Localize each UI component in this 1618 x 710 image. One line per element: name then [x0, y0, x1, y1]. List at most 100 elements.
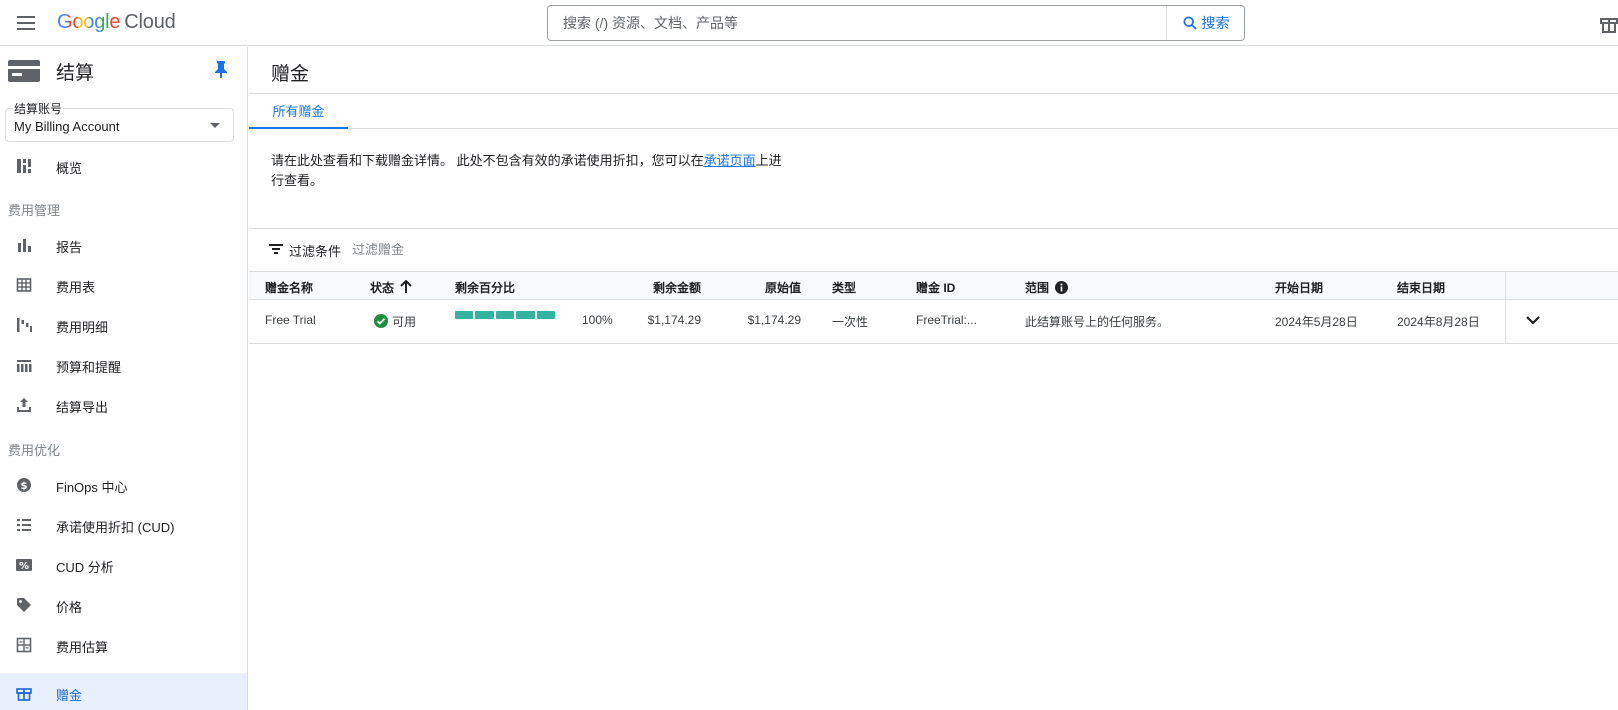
waterfall-icon [17, 318, 32, 332]
sidebar-item-cost-table[interactable]: 费用表 [0, 265, 247, 305]
sidebar-item-label: 赠金 [56, 688, 83, 703]
info-icon[interactable] [1055, 281, 1069, 294]
search-input[interactable] [548, 6, 1154, 40]
table-row: Free Trial 可用 100% $1,174.29 $1,174.29 一… [249, 300, 1618, 344]
sidebar-item-pricing[interactable]: 价格 [0, 585, 247, 625]
sidebar-item-label: CUD 分析 [56, 560, 114, 575]
column-header-label: 状态 [370, 281, 395, 295]
percent-icon: % [16, 559, 32, 572]
column-header-label: 范围 [1025, 281, 1050, 295]
sidebar-item-label: 承诺使用折扣 (CUD) [56, 520, 175, 535]
column-header-status[interactable]: 状态 [370, 279, 412, 296]
sidebar-item-label: 费用表 [56, 280, 96, 295]
sidebar-title: 结算 [56, 63, 95, 84]
top-bar: Google Cloud 搜索 [0, 0, 1618, 46]
tab-bar: 所有赠金 [249, 93, 1618, 129]
sidebar-item-label: 报告 [56, 240, 83, 255]
column-header-remaining[interactable]: 剩余金额 [619, 279, 701, 296]
check-circle-icon [374, 314, 388, 328]
commitments-page-link[interactable]: 承诺页面 [704, 153, 756, 168]
budget-icon [17, 360, 32, 372]
sidebar-item-label: 预算和提醒 [56, 360, 122, 375]
sidebar-item-finops-hub[interactable]: $ FinOps 中心 [0, 465, 247, 505]
end-date: 2024年8月28日 [1397, 315, 1480, 329]
column-header-type[interactable]: 类型 [832, 279, 856, 296]
logo-cloud: Cloud [124, 11, 176, 33]
sidebar-item-overview[interactable]: 概览 [0, 146, 247, 186]
sidebar-item-label: 结算导出 [56, 400, 109, 415]
sidebar-item-reports[interactable]: 报告 [0, 225, 247, 265]
description-text: 请在此处查看和下载赠金详情。 此处不包含有效的承诺使用折扣，您可以在 [271, 153, 704, 168]
gift-icon[interactable] [1600, 13, 1618, 33]
column-header-scope[interactable]: 范围 [1025, 279, 1069, 296]
sidebar-item-label: 费用明细 [56, 320, 109, 335]
sidebar-item-billing-export[interactable]: 结算导出 [0, 385, 247, 425]
sidebar-item-label: 价格 [56, 600, 83, 615]
bar-chart-icon [18, 239, 31, 252]
remaining-amount: $1,174.29 [647, 313, 701, 327]
sidebar-item-cud-analysis[interactable]: % CUD 分析 [0, 545, 247, 585]
table-header: 赠金名称 状态 剩余百分比 剩余金额 原始值 类型 赠金 ID 范围 开始日期 … [249, 271, 1618, 300]
percent-remaining-bar [455, 310, 556, 320]
hamburger-icon[interactable] [14, 12, 38, 34]
billing-account-value: My Billing Account [14, 119, 120, 134]
dollar-icon: $ [17, 478, 31, 492]
column-header-id[interactable]: 赠金 ID [916, 279, 955, 296]
sidebar: 结算 My Billing Account 结算账号 概览 费用管理 报告 费用… [0, 47, 248, 710]
pin-icon[interactable] [214, 60, 228, 78]
percent-remaining-text: 100% [582, 313, 613, 327]
upload-icon [17, 398, 31, 412]
start-date: 2024年5月28日 [1275, 315, 1358, 329]
sidebar-item-cost-estimate[interactable]: 费用估算 [0, 625, 247, 665]
column-header-name[interactable]: 赠金名称 [265, 279, 313, 296]
page-description: 请在此处查看和下载赠金详情。 此处不包含有效的承诺使用折扣，您可以在承诺页面上进… [271, 151, 791, 191]
filter-bar: 过滤条件 [249, 229, 1618, 271]
sidebar-item-label: FinOps 中心 [56, 480, 128, 495]
status-cell: 可用 [374, 313, 416, 330]
credit-name: Free Trial [265, 313, 316, 327]
table-icon [16, 278, 32, 292]
google-cloud-logo[interactable]: Google Cloud [57, 11, 176, 34]
tab-all-credits[interactable]: 所有赠金 [249, 94, 348, 129]
column-divider [1505, 271, 1506, 344]
sidebar-item-cost-breakdown[interactable]: 费用明细 [0, 305, 247, 345]
filter-label: 过滤条件 [289, 244, 342, 259]
search-icon [1182, 16, 1197, 30]
list-icon [17, 519, 31, 531]
main-content: 赠金 所有赠金 请在此处查看和下载赠金详情。 此处不包含有效的承诺使用折扣，您可… [249, 47, 1618, 710]
logo-google: Google [57, 11, 121, 33]
calculator-icon [16, 637, 32, 653]
search-box: 搜索 [547, 5, 1245, 41]
column-header-original[interactable]: 原始值 [719, 279, 801, 296]
billing-card-icon [8, 60, 40, 82]
column-header-start-date[interactable]: 开始日期 [1275, 279, 1323, 296]
sort-ascending-icon [400, 280, 412, 293]
section-cost-management: 费用管理 [8, 203, 61, 218]
billing-account-label: 结算账号 [13, 100, 64, 117]
credit-scope: 此结算账号上的任何服务。 [1025, 315, 1170, 329]
search-button[interactable]: 搜索 [1166, 6, 1244, 40]
search-button-label: 搜索 [1201, 15, 1230, 31]
column-header-end-date[interactable]: 结束日期 [1397, 279, 1445, 296]
dropdown-caret-icon [210, 123, 220, 128]
chevron-down-icon[interactable] [1525, 312, 1541, 328]
sidebar-item-label: 概览 [56, 161, 83, 176]
credit-type: 一次性 [832, 315, 869, 329]
credit-id: FreeTrial:... [916, 313, 977, 327]
svg-text:%: % [19, 561, 29, 572]
sidebar-item-label: 费用估算 [56, 640, 109, 655]
sidebar-item-budgets[interactable]: 预算和提醒 [0, 345, 247, 385]
filter-icon[interactable] [269, 243, 283, 255]
filter-input[interactable] [352, 235, 652, 263]
page-title: 赠金 [271, 64, 310, 85]
dashboard-icon [17, 159, 31, 173]
sidebar-item-cud[interactable]: 承诺使用折扣 (CUD) [0, 505, 247, 545]
sidebar-header: 结算 [0, 47, 247, 93]
column-header-percent[interactable]: 剩余百分比 [455, 279, 515, 296]
sidebar-item-credits[interactable]: 赠金 [0, 673, 247, 710]
status-label: 可用 [392, 315, 417, 329]
section-cost-optimization: 费用优化 [8, 443, 61, 458]
tag-icon [17, 598, 31, 612]
original-amount: $1,174.29 [747, 313, 801, 327]
svg-text:$: $ [21, 481, 28, 492]
